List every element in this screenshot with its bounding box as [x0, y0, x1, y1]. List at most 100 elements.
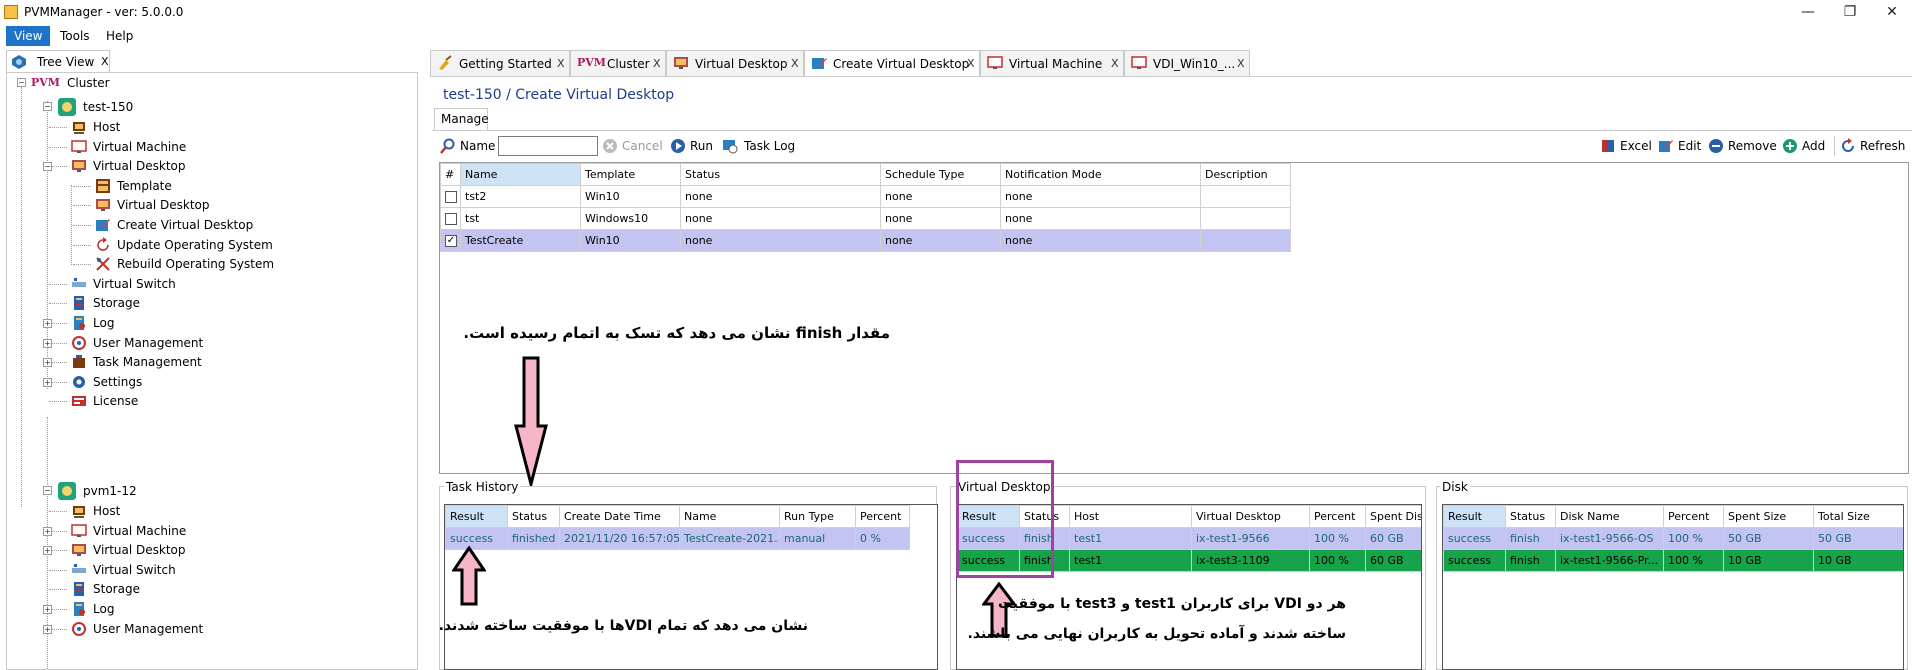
- column-header[interactable]: Spent Disks: [1365, 505, 1421, 528]
- tree-item-label: Create Virtual Desktop: [117, 218, 254, 232]
- column-header[interactable]: Percent: [1309, 505, 1366, 528]
- column-header[interactable]: Result: [445, 505, 508, 528]
- column-header[interactable]: Virtual Desktop: [1191, 505, 1310, 528]
- switch-icon: [72, 563, 86, 573]
- tree-view-tab-close[interactable]: X: [101, 55, 109, 68]
- up-arrow-annotation: [452, 546, 486, 606]
- tree-item-label: Host: [93, 504, 121, 518]
- tree-item-label: Storage: [93, 296, 140, 311]
- table-row[interactable]: tst Windows10 none none none: [440, 207, 1291, 230]
- menu-help[interactable]: Help: [98, 26, 141, 46]
- tab-label: Create Virtual Desktop: [833, 57, 970, 71]
- row-checkbox[interactable]: ✓: [445, 235, 457, 247]
- task-history-grid: Result Status Create Date Time Name Run Type…: [444, 504, 938, 670]
- tree-panel: − PVM Cluster − test-150 Host Virtual Mac…: [6, 72, 418, 670]
- tab-create-virtual-desktop[interactable]: Create Virtual Desktop X: [804, 50, 980, 77]
- toolbar-separator: [1834, 136, 1835, 156]
- template-icon: [96, 178, 110, 193]
- tab-manage[interactable]: Manage: [434, 108, 489, 130]
- column-header[interactable]: Percent: [1663, 505, 1724, 528]
- license-icon: [72, 396, 86, 407]
- tree-item-label: Log: [93, 602, 115, 616]
- restore-button[interactable]: ❐: [1830, 2, 1870, 22]
- users-note-line2: ساخته شدند و آماده تحویل به کاربران نهای…: [967, 626, 1346, 642]
- tab-cluster[interactable]: PVM Cluster X: [570, 50, 666, 76]
- column-header[interactable]: Name: [679, 505, 780, 528]
- tab-close[interactable]: X: [791, 57, 799, 70]
- user-management-icon: [72, 335, 86, 350]
- menu-view[interactable]: View: [6, 26, 51, 46]
- table-row[interactable]: ✓ TestCreate Win10 none none none: [440, 229, 1291, 252]
- row-checkbox[interactable]: [445, 191, 457, 203]
- column-header[interactable]: Description: [1200, 163, 1291, 186]
- tree-item-label: Virtual Machine: [93, 139, 187, 154]
- tree-item-label: Storage: [93, 582, 140, 597]
- rebuild-icon: [96, 257, 110, 271]
- tree-label-cluster: Cluster: [67, 76, 110, 90]
- column-header[interactable]: Template: [580, 163, 681, 186]
- create-desktop-icon: [96, 219, 110, 231]
- tree-item-label: Virtual Desktop: [117, 198, 210, 213]
- close-button[interactable]: ✕: [1872, 2, 1912, 22]
- tab-virtual-desktop[interactable]: Virtual Desktop X: [666, 50, 804, 76]
- monitor-icon: [1131, 56, 1147, 69]
- table-row[interactable]: tst2 Win10 none none none: [440, 185, 1291, 208]
- column-header[interactable]: #: [440, 163, 461, 186]
- tab-close[interactable]: X: [1237, 57, 1245, 70]
- column-header[interactable]: Host: [1069, 505, 1192, 528]
- table-row[interactable]: success finish ix-test1-9566-OS 100 % 50 GB 5…: [1443, 527, 1903, 550]
- tree-item-label: Settings: [93, 374, 143, 389]
- column-header[interactable]: Result: [1443, 505, 1506, 528]
- monitor-icon: [71, 139, 87, 153]
- column-header[interactable]: Notification Mode: [1000, 163, 1201, 186]
- column-header[interactable]: Create Date Time: [559, 505, 680, 528]
- column-header[interactable]: Name: [460, 163, 581, 186]
- virtual-desktop-grid: # Name Template Status Schedule Type Notifica…: [439, 162, 1909, 474]
- down-arrow-annotation: [514, 356, 548, 486]
- table-row[interactable]: success finished 2021/11/20 16:57:05 TestCr…: [445, 527, 910, 550]
- task-log-icon: [723, 140, 738, 154]
- column-header[interactable]: Schedule Type: [880, 163, 1001, 186]
- column-header[interactable]: Status: [1505, 505, 1556, 528]
- minimize-button[interactable]: —: [1788, 2, 1828, 22]
- tree-item-label: Host: [93, 120, 121, 134]
- row-checkbox[interactable]: [445, 213, 457, 225]
- column-header[interactable]: Run Type: [779, 505, 856, 528]
- monitor-icon: [71, 523, 87, 537]
- disk-panel-title: Disk: [1440, 480, 1470, 494]
- column-header[interactable]: Status: [507, 505, 560, 528]
- monitor-icon: [987, 56, 1003, 69]
- users-note-line1: هر دو VDI برای کاربران test1 و test3 با …: [997, 596, 1346, 612]
- tab-vdi-win10[interactable]: VDI_Win10_... X: [1124, 50, 1250, 76]
- tab-close[interactable]: X: [1111, 57, 1119, 70]
- tree-item-label: Rebuild Operating System: [117, 257, 275, 272]
- virtual-desktop-icon: [72, 544, 86, 557]
- menu-tools[interactable]: Tools: [52, 26, 98, 46]
- disk-table: Result Status Disk Name Percent Spent Size To…: [1443, 505, 1903, 572]
- column-header[interactable]: Spent Size: [1723, 505, 1814, 528]
- name-filter-input[interactable]: [498, 136, 598, 156]
- column-header[interactable]: Percent: [855, 505, 910, 528]
- storage-icon: [74, 582, 84, 597]
- cancel-icon: [603, 139, 617, 153]
- task-icon: [73, 355, 85, 369]
- tree-item-label: Virtual Switch: [93, 276, 176, 291]
- tab-close[interactable]: X: [653, 57, 661, 70]
- tab-close[interactable]: X: [967, 57, 975, 70]
- host-icon: [73, 506, 85, 518]
- tab-getting-started[interactable]: Getting Started X: [430, 50, 570, 76]
- refresh-icon: [1842, 138, 1854, 152]
- pvm-logo: PVM: [31, 76, 60, 89]
- tree-view-tab[interactable]: Tree View X: [6, 50, 110, 72]
- excel-icon: [1602, 140, 1614, 152]
- server-icon: [58, 98, 76, 116]
- column-header[interactable]: Total Size: [1813, 505, 1903, 528]
- tab-virtual-machine[interactable]: Virtual Machine X: [980, 50, 1124, 76]
- tab-close[interactable]: X: [557, 57, 565, 70]
- column-header[interactable]: Disk Name: [1555, 505, 1664, 528]
- table-row[interactable]: success finish ix-test1-9566-Pr... 100 % 10 …: [1443, 549, 1903, 572]
- virtual-desktop-icon: [674, 57, 688, 69]
- storage-icon: [74, 296, 84, 311]
- column-header[interactable]: Status: [680, 163, 881, 186]
- update-icon: [97, 236, 109, 251]
